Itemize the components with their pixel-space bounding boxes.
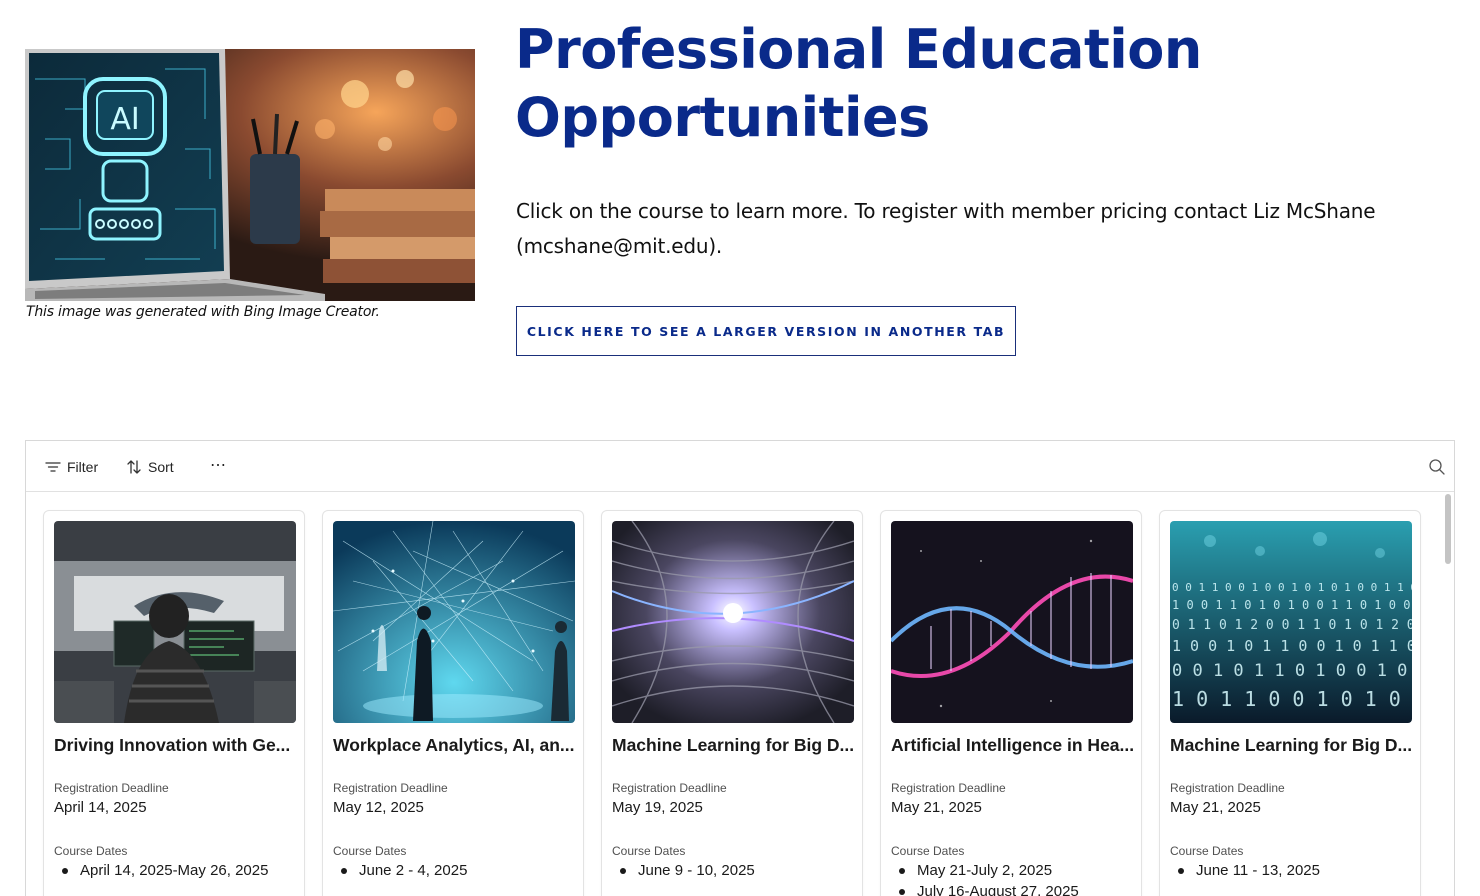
course-thumbnail	[54, 521, 296, 723]
course-dates-list: June 9 - 10, 2025	[612, 861, 755, 882]
course-dates-label: Course Dates	[1170, 844, 1244, 858]
gallery-toolbar: Filter Sort ⋯	[26, 441, 1454, 492]
deadline-value: May 21, 2025	[891, 799, 982, 816]
course-card[interactable]: Artificial Intelligence in Hea... Regist…	[880, 510, 1142, 896]
course-dates-list: June 11 - 13, 2025	[1170, 861, 1320, 882]
course-date-item: April 14, 2025-May 26, 2025	[61, 861, 268, 882]
svg-text:0 1 1 0 1 2 0 0 1 1 0 1 0 1 2: 0 1 1 0 1 2 0 0 1 1 0 1 0 1 2 0	[1172, 618, 1412, 633]
course-dates-list: May 21-July 2, 2025 July 16-August 27, 2…	[891, 861, 1079, 896]
deadline-label: Registration Deadline	[891, 781, 1006, 795]
deadline-label: Registration Deadline	[1170, 781, 1285, 795]
gallery-scrollbar[interactable]	[1444, 494, 1452, 896]
course-card[interactable]: 0 0 1 1 0 0 1 0 0 1 0 1 0 1 0 0 1 1 0 1 …	[1159, 510, 1421, 896]
deadline-value: May 21, 2025	[1170, 799, 1261, 816]
deadline-value: April 14, 2025	[54, 799, 147, 816]
course-title: Machine Learning for Big D...	[1170, 735, 1413, 755]
svg-text:1 0 0 1 1 0 1 0 1 0 0 1 1 0 1: 1 0 0 1 1 0 1 0 1 0 0 1 1 0 1 0 0 1	[1172, 598, 1412, 612]
ai-text: AI	[110, 102, 139, 137]
course-title: Workplace Analytics, AI, an...	[333, 735, 575, 755]
page-title-line2: Opportunities	[515, 86, 930, 149]
course-title: Driving Innovation with Ge...	[54, 735, 291, 755]
filter-button[interactable]: Filter	[45, 455, 98, 479]
course-dates-label: Course Dates	[612, 844, 686, 858]
course-dates-list: June 2 - 4, 2025	[333, 861, 467, 882]
course-date-item: June 9 - 10, 2025	[620, 861, 755, 882]
svg-text:1 0 1 1 0 0 1 0 1 0: 1 0 1 1 0 0 1 0 1 0	[1172, 687, 1401, 711]
course-thumbnail: 0 0 1 1 0 0 1 0 0 1 0 1 0 1 0 0 1 1 0 1 …	[1170, 521, 1412, 723]
search-button[interactable]	[1428, 455, 1446, 479]
course-gallery: Filter Sort ⋯ Driving Innovation with Ge…	[25, 440, 1455, 896]
intro-text: Click on the course to learn more. To re…	[516, 194, 1436, 264]
deadline-label: Registration Deadline	[54, 781, 169, 795]
deadline-label: Registration Deadline	[612, 781, 727, 795]
hero-image: AI	[25, 49, 475, 301]
page-title: Professional Education Opportunities	[515, 16, 1415, 152]
filter-icon	[45, 459, 61, 475]
course-dates-list: April 14, 2025-May 26, 2025	[54, 861, 268, 882]
course-date-item: May 21-July 2, 2025	[899, 861, 1079, 882]
intro-line2: (mcshane@mit.edu).	[516, 234, 723, 258]
course-thumbnail	[612, 521, 854, 723]
svg-text:0 0 1 1 0 0 1 0 0 1 0 1 0 1 0: 0 0 1 1 0 0 1 0 0 1 0 1 0 1 0 0 1 1 0 1	[1172, 581, 1412, 594]
course-thumbnail	[891, 521, 1133, 723]
course-dates-label: Course Dates	[891, 844, 965, 858]
course-card[interactable]: Driving Innovation with Ge... Registrati…	[43, 510, 305, 896]
course-title: Machine Learning for Big D...	[612, 735, 855, 755]
course-date-item: June 2 - 4, 2025	[340, 861, 467, 882]
course-dates-label: Course Dates	[54, 844, 128, 858]
course-dates-label: Course Dates	[333, 844, 407, 858]
course-date-item: June 11 - 13, 2025	[1178, 861, 1320, 882]
sort-button[interactable]: Sort	[126, 455, 174, 479]
course-card[interactable]: Machine Learning for Big D... Registrati…	[601, 510, 863, 896]
sort-label: Sort	[148, 459, 174, 475]
course-card[interactable]: Workplace Analytics, AI, an... Registrat…	[322, 510, 584, 896]
deadline-value: May 12, 2025	[333, 799, 424, 816]
deadline-value: May 19, 2025	[612, 799, 703, 816]
search-icon	[1428, 458, 1446, 476]
page-title-line1: Professional Education	[515, 18, 1202, 81]
svg-text:0 0 1 0 1 1 0 1 0 0 1 0: 0 0 1 0 1 1 0 1 0 0 1 0	[1172, 661, 1407, 681]
scrollbar-thumb[interactable]	[1445, 494, 1451, 564]
sort-icon	[126, 459, 142, 475]
intro-line1: Click on the course to learn more. To re…	[516, 199, 1376, 223]
deadline-label: Registration Deadline	[333, 781, 448, 795]
page: AI This image was generated with Bing Im…	[0, 0, 1480, 896]
image-caption: This image was generated with Bing Image…	[26, 304, 380, 320]
course-title: Artificial Intelligence in Hea...	[891, 735, 1135, 755]
course-date-item: July 16-August 27, 2025	[899, 882, 1079, 896]
filter-label: Filter	[67, 459, 99, 475]
svg-text:1 0 0 1 0 1 1 0 0 1 0 1 1 0: 1 0 0 1 0 1 1 0 0 1 0 1 1 0	[1172, 637, 1412, 655]
course-thumbnail	[333, 521, 575, 723]
more-options-button[interactable]: ⋯	[210, 453, 227, 477]
larger-version-button[interactable]: CLICK HERE TO SEE A LARGER VERSION IN AN…	[516, 306, 1016, 356]
